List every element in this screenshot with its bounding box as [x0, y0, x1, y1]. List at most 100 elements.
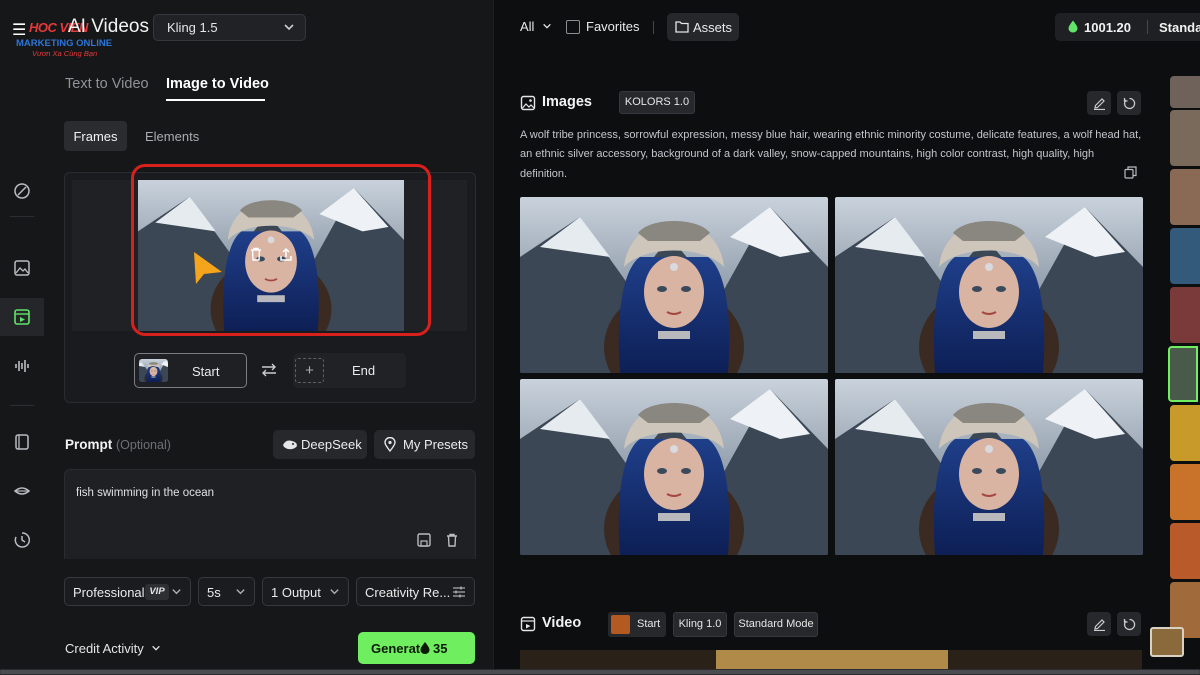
mode-select-value: Professional [73, 585, 145, 600]
history-thumbnail[interactable] [1170, 464, 1200, 520]
redo-icon [1123, 618, 1135, 630]
generated-image[interactable] [520, 379, 828, 555]
chevron-down-icon [172, 589, 181, 595]
swap-icon[interactable] [260, 362, 278, 378]
generated-image[interactable] [835, 197, 1143, 373]
panel-divider [493, 0, 494, 675]
subtab-frames[interactable]: Frames [64, 121, 127, 151]
rail-audio[interactable] [0, 347, 44, 385]
subtab-elements[interactable]: Elements [145, 121, 199, 151]
cube-icon [15, 434, 29, 450]
rail-cube[interactable] [0, 423, 44, 461]
image-prompt-description: A wolf tribe princess, sorrowful express… [520, 129, 1142, 180]
tab-text-to-video[interactable]: Text to Video [65, 76, 149, 92]
video-title: Video [542, 615, 582, 631]
redo-icon [1123, 97, 1135, 109]
regenerate-button[interactable] [1117, 91, 1141, 115]
regenerate-button[interactable] [1117, 612, 1141, 636]
history-thumbnail[interactable] [1170, 405, 1200, 461]
start-thumbnail [139, 359, 168, 382]
favorites-label[interactable]: Favorites [586, 19, 639, 34]
start-thumbnail [611, 615, 630, 634]
clear-prompt-icon[interactable] [444, 532, 460, 548]
audio-icon [15, 360, 29, 372]
rail-history[interactable] [0, 521, 44, 559]
lips-icon [13, 487, 31, 495]
rail-magic[interactable] [0, 172, 44, 210]
image-icon [14, 260, 30, 276]
scrollbar-thumb[interactable] [0, 670, 1200, 674]
menu-icon[interactable]: ☰ [12, 20, 26, 40]
toolbar-divider [653, 21, 654, 34]
pencil-icon [1093, 97, 1105, 110]
prompt-label: Prompt [65, 437, 113, 452]
credits-balance[interactable]: 1001.20 Standa [1055, 13, 1200, 41]
history-thumbnail-selected[interactable] [1168, 346, 1198, 402]
start-frame-button[interactable]: Start [134, 353, 247, 388]
app-title: AI Videos [68, 16, 149, 37]
corner-brand-logo [1150, 627, 1184, 657]
history-thumbnail[interactable] [1170, 287, 1200, 343]
assets-label: Assets [693, 20, 733, 35]
creativity-settings[interactable]: Creativity Re... [356, 577, 475, 606]
history-thumbnail[interactable] [1170, 228, 1200, 284]
history-thumbnail[interactable] [1170, 523, 1200, 579]
edit-button[interactable] [1087, 612, 1111, 636]
edit-button[interactable] [1087, 91, 1111, 115]
rail-videos[interactable] [0, 298, 44, 336]
video-mode-badge: Standard Mode [734, 612, 818, 637]
copy-icon[interactable] [1124, 166, 1137, 179]
outputs-select[interactable]: 1 Output [262, 577, 349, 606]
filter-dropdown[interactable]: All [520, 19, 552, 34]
highlight-annotation [131, 164, 431, 336]
history-thumbnail[interactable] [1170, 110, 1200, 166]
credit-activity-label: Credit Activity [65, 641, 144, 656]
video-icon [14, 309, 30, 325]
vip-badge: VIP [145, 584, 169, 600]
history-thumbnail[interactable] [1170, 76, 1200, 108]
end-label: End [352, 363, 376, 378]
duration-select[interactable]: 5s [198, 577, 255, 606]
creativity-value: Creativity Re... [365, 585, 451, 600]
rail-lipsync[interactable] [0, 472, 44, 510]
deepseek-button[interactable]: DeepSeek [273, 430, 367, 459]
generate-cost: 35 [433, 641, 448, 656]
rail-images[interactable] [0, 249, 44, 287]
start-label: Start [192, 364, 220, 379]
prompt-optional-label: (Optional) [116, 438, 171, 452]
model-badge: KOLORS 1.0 [619, 91, 695, 114]
generate-button[interactable]: Generate 35 [358, 632, 475, 664]
generated-image[interactable] [520, 197, 828, 373]
credit-activity-dropdown[interactable]: Credit Activity [65, 641, 161, 656]
prompt-textarea[interactable]: fish swimming in the ocean [64, 469, 476, 559]
tab-image-to-video[interactable]: Image to Video [166, 76, 269, 92]
save-icon[interactable] [416, 532, 432, 548]
add-frame-icon: + [295, 358, 324, 383]
filter-value: All [520, 19, 535, 34]
prompt-text: fish swimming in the ocean [76, 487, 215, 499]
credit-drop-icon [420, 642, 430, 654]
favorites-checkbox[interactable] [566, 20, 580, 34]
rail-divider [10, 405, 34, 406]
end-frame-button[interactable]: + End [293, 353, 406, 388]
assets-button[interactable]: Assets [667, 13, 739, 41]
history-icon [14, 532, 31, 548]
model-select[interactable]: Kling 1.5 [153, 14, 306, 41]
chevron-down-icon [284, 24, 294, 31]
history-thumbnail[interactable] [1170, 169, 1200, 225]
pencil-icon [1093, 618, 1105, 631]
horizontal-scrollbar[interactable] [0, 669, 1200, 675]
video-start-label: Start [637, 618, 661, 630]
chevron-down-icon [236, 589, 245, 595]
images-result-card: Images KOLORS 1.0 A wolf tribe princess,… [506, 78, 1156, 566]
duration-value: 5s [207, 585, 221, 600]
plan-label: Standa [1159, 20, 1200, 35]
chevron-down-icon [152, 645, 161, 651]
mode-select[interactable]: Professional VIP [64, 577, 191, 606]
credit-drop-icon [1068, 20, 1078, 33]
pointer-cursor-icon [194, 252, 222, 284]
generated-image[interactable] [835, 379, 1143, 555]
images-title: Images [542, 94, 592, 110]
active-tab-indicator [166, 99, 265, 101]
my-presets-button[interactable]: My Presets [374, 430, 475, 459]
